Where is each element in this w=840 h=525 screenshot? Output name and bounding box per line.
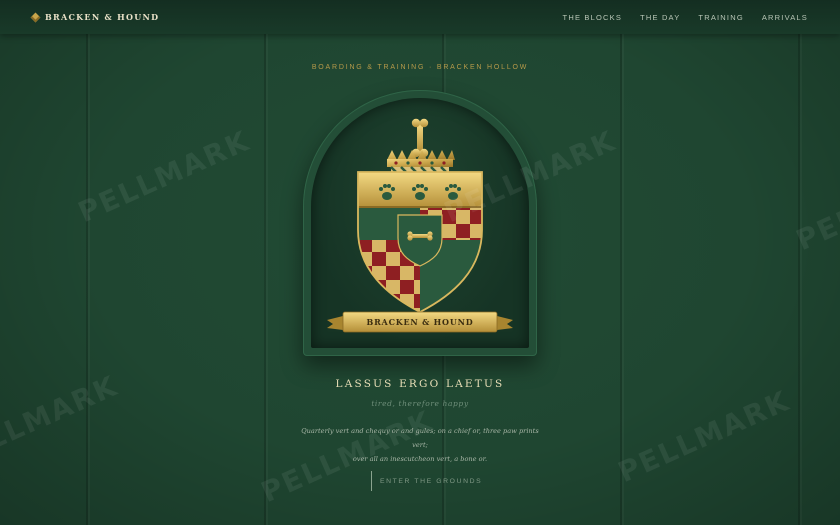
brand-logo[interactable]: BRACKEN & HOUND [30, 12, 160, 22]
nav-link-training[interactable]: TRAINING [698, 13, 743, 22]
hero-kicker: BOARDING & TRAINING · BRACKEN HOLLOW [311, 64, 529, 71]
crest-arch-frame: BRACKEN & HOUND [303, 90, 537, 356]
diamond-icon [30, 12, 41, 22]
main-nav: THE BLOCKS THE DAY TRAINING ARRIVALS [563, 13, 808, 22]
nav-link-the-day[interactable]: THE DAY [640, 13, 680, 22]
crest-bone-icon [411, 118, 429, 158]
watermark: PELLMARK [73, 123, 255, 230]
blazon-line-1: Quarterly vert and chequy or and gules; … [301, 427, 539, 449]
motto: LASSUS ERGO LAETUS [335, 378, 505, 390]
crown-icon [387, 150, 455, 167]
motto-translation: tired, therefore happy [371, 399, 469, 408]
crest-banner-text: BRACKEN & HOUND [366, 317, 474, 327]
brand-name: BRACKEN & HOUND [45, 12, 160, 22]
nav-link-the-blocks[interactable]: THE BLOCKS [563, 13, 623, 22]
enter-grounds-link[interactable]: ENTER THE GROUNDS [371, 471, 482, 491]
site-header: BRACKEN & HOUND THE BLOCKS THE DAY TRAIN… [0, 0, 840, 34]
blazon-description: Quarterly vert and chequy or and gules; … [300, 424, 540, 466]
watermark: PELLMARK [791, 151, 840, 258]
blazon-line-2: over all an inescutcheon vert, a bone or… [352, 455, 488, 463]
nav-link-arrivals[interactable]: ARRIVALS [762, 13, 808, 22]
